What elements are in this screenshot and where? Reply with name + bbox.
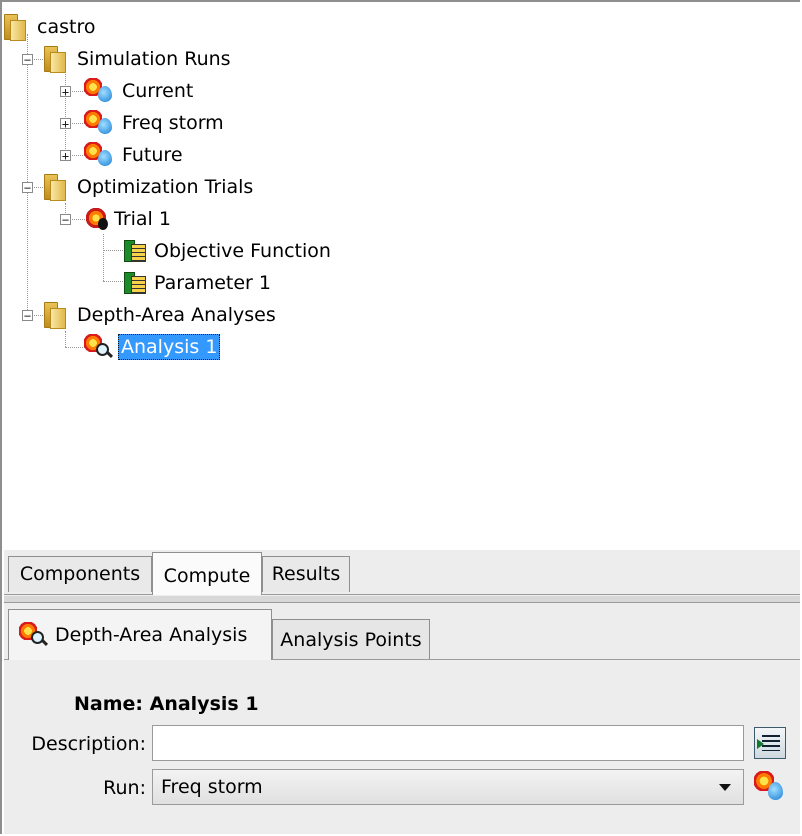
simulation-run-icon [84, 142, 114, 168]
tree-node-label: Depth-Area Analyses [77, 304, 276, 326]
tree-line [27, 34, 28, 316]
tree-node-label: Future [122, 144, 183, 166]
expand-toggle[interactable]: + [60, 118, 71, 130]
optimization-trial-icon [84, 206, 114, 232]
collapse-toggle[interactable]: − [22, 54, 33, 66]
expand-toggle[interactable]: + [60, 86, 71, 98]
description-input[interactable] [152, 725, 744, 761]
tree-node-depth-area-analyses[interactable]: Depth-Area Analyses [44, 300, 279, 330]
tree-node-parameter-1[interactable]: Parameter 1 [124, 268, 274, 298]
tree-node-simulation-runs[interactable]: Simulation Runs [44, 44, 234, 74]
tab-label: Results [271, 563, 341, 585]
explorer-tab-bar: Components Compute Results [4, 550, 800, 596]
folder-icon [44, 302, 66, 329]
description-editor-button[interactable] [754, 727, 786, 759]
property-tab-bar: Depth-Area Analysis Analysis Points [4, 603, 800, 661]
tab-label: Compute [163, 565, 251, 587]
tab-compute[interactable]: Compute [152, 552, 262, 595]
tab-label: Depth-Area Analysis [55, 624, 248, 646]
arrow-icon [757, 739, 764, 749]
tree-node-label: Freq storm [122, 112, 224, 134]
collapse-toggle[interactable]: − [60, 214, 71, 226]
tree-node-label: Parameter 1 [154, 272, 271, 294]
tab-baseline [4, 594, 800, 595]
tree-node-run-freq-storm[interactable]: Freq storm [84, 108, 227, 138]
tree-line [103, 250, 123, 251]
description-label: Description: [31, 733, 146, 755]
simulation-run-button[interactable] [754, 771, 786, 803]
drop-icon [768, 782, 783, 800]
tree-node-trial-1[interactable]: Trial 1 [84, 204, 174, 234]
tab-label: Analysis Points [280, 628, 422, 651]
tree-node-label: Analysis 1 [118, 334, 221, 360]
tree-node-label: castro [37, 16, 96, 38]
description-editor-icon [762, 735, 780, 751]
tree-node-label: Trial 1 [114, 208, 171, 230]
folder-icon [44, 46, 66, 73]
tab-results[interactable]: Results [262, 556, 350, 592]
splitter[interactable] [4, 596, 800, 603]
tree-node-label: Objective Function [154, 240, 331, 262]
depth-area-analysis-icon [19, 622, 49, 648]
tree-node-label: Optimization Trials [77, 176, 254, 198]
expand-toggle[interactable]: + [60, 150, 71, 162]
tab-depth-area-analysis[interactable]: Depth-Area Analysis [8, 609, 272, 660]
tree-line [103, 281, 123, 282]
tree-node-label: Simulation Runs [77, 48, 231, 70]
folder-icon [4, 14, 26, 41]
tree-node-run-current[interactable]: Current [84, 76, 196, 106]
collapse-toggle[interactable]: − [22, 310, 33, 322]
tab-label: Components [19, 563, 141, 585]
tree-node-optimization-trials[interactable]: Optimization Trials [44, 172, 256, 202]
simulation-run-icon [84, 78, 114, 104]
tree-line [103, 234, 104, 281]
depth-area-analysis-icon [84, 334, 114, 360]
tree-node-run-future[interactable]: Future [84, 140, 186, 170]
tree-node-analysis-1[interactable]: Analysis 1 [84, 332, 221, 362]
tree-node-objective-function[interactable]: Objective Function [124, 236, 334, 266]
simulation-run-icon [84, 110, 114, 136]
run-select-value: Freq storm [161, 776, 263, 798]
results-table-icon [124, 272, 146, 294]
tree-node-label: Current [122, 80, 194, 102]
chevron-down-icon [719, 784, 731, 791]
tab-analysis-points[interactable]: Analysis Points [272, 619, 430, 659]
run-select[interactable]: Freq storm [152, 769, 744, 805]
collapse-toggle[interactable]: − [22, 182, 33, 194]
property-panel: Depth-Area Analysis Analysis Points Name… [4, 603, 800, 834]
results-table-icon [124, 240, 146, 262]
analysis-name-label: Name: Analysis 1 [74, 693, 259, 715]
compute-tree[interactable]: − + + + − − − castro Simulation Runs Cur… [4, 4, 800, 548]
folder-icon [44, 174, 66, 201]
tree-line [65, 331, 66, 347]
tab-components[interactable]: Components [8, 556, 152, 592]
tree-node-root[interactable]: castro [4, 12, 98, 42]
run-label: Run: [103, 777, 146, 799]
